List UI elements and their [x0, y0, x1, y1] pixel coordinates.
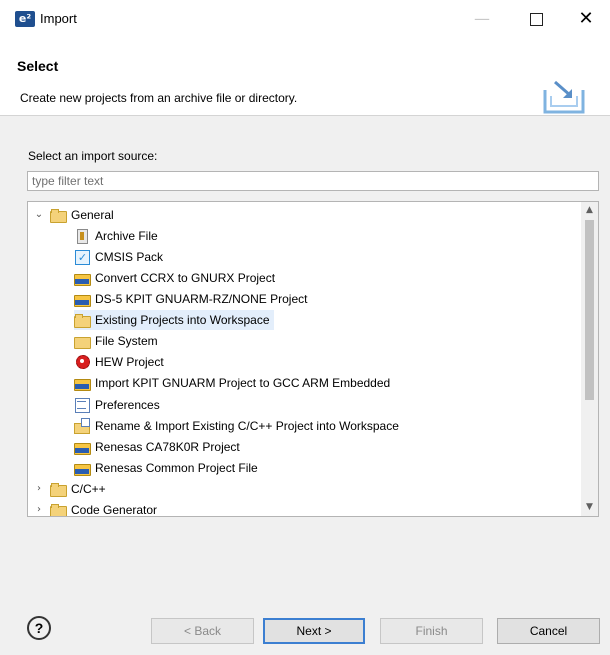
wizard-banner: Select Create new projects from an archi…	[0, 38, 610, 116]
chevron-right-icon[interactable]: ›	[32, 500, 46, 516]
scroll-up-icon[interactable]: ▲	[581, 202, 598, 219]
archive-icon	[74, 228, 90, 244]
tree-scrollbar[interactable]: ▲ ▼	[581, 202, 598, 516]
project-folder-icon	[74, 291, 91, 307]
checkbox-icon	[74, 249, 90, 265]
tree-item-archive-file[interactable]: Archive File	[74, 226, 158, 246]
wizard-content: Select an import source: ⌄ General Archi…	[0, 116, 610, 604]
tree-group-label: C/C++	[71, 482, 106, 496]
back-button[interactable]: < Back	[151, 618, 254, 644]
project-folder-icon	[74, 439, 91, 455]
help-icon[interactable]: ?	[27, 616, 51, 640]
title-bar: e² Import — ✕	[0, 0, 610, 38]
folder-open-icon	[74, 312, 91, 328]
rename-import-icon	[74, 418, 90, 434]
tree-item-cmsis-pack[interactable]: CMSIS Pack	[74, 247, 163, 267]
project-folder-icon	[74, 460, 91, 476]
app-icon: e²	[15, 11, 35, 27]
tree-group-cpp[interactable]: › C/C++	[32, 479, 106, 499]
next-button[interactable]: Next >	[263, 618, 365, 644]
tree-item-preferences[interactable]: Preferences	[74, 395, 160, 415]
tree-item-label: Existing Projects into Workspace	[95, 313, 270, 327]
tree-item-label: Import KPIT GNUARM Project to GCC ARM Em…	[95, 376, 391, 390]
minimize-button[interactable]: —	[462, 6, 502, 32]
import-wizard-icon	[543, 80, 585, 114]
tree-item-label: File System	[95, 334, 158, 348]
tree-item-label: Convert CCRX to GNURX Project	[95, 271, 276, 285]
import-source-label: Select an import source:	[28, 149, 158, 163]
tree-item-import-kpit[interactable]: Import KPIT GNUARM Project to GCC ARM Em…	[74, 373, 390, 393]
tree-item-label: Renesas CA78K0R Project	[95, 440, 240, 454]
maximize-button[interactable]	[516, 6, 556, 32]
chevron-right-icon[interactable]: ›	[32, 479, 46, 499]
filter-input[interactable]	[27, 171, 599, 191]
chevron-down-icon[interactable]: ⌄	[32, 205, 46, 225]
tree-item-label: HEW Project	[95, 355, 164, 369]
import-source-tree[interactable]: ⌄ General Archive File CMSIS Pack Conver…	[27, 201, 599, 517]
page-title: Select	[17, 58, 59, 74]
wizard-footer: ? < Back Next > Finish Cancel	[0, 604, 610, 655]
scroll-down-icon[interactable]: ▼	[581, 499, 598, 516]
window-title: Import	[40, 11, 77, 26]
tree-item-convert-ccrx[interactable]: Convert CCRX to GNURX Project	[74, 268, 275, 288]
project-folder-icon	[74, 375, 91, 391]
app-icon-text: e²	[18, 12, 32, 25]
tree-item-renesas-ca78k0r[interactable]: Renesas CA78K0R Project	[74, 437, 240, 457]
tree-item-existing-projects[interactable]: Existing Projects into Workspace	[74, 310, 274, 330]
hew-icon	[74, 354, 90, 370]
project-folder-icon	[74, 270, 91, 286]
folder-open-icon	[50, 207, 67, 223]
tree-group-code-generator[interactable]: › Code Generator	[32, 500, 158, 517]
folder-icon	[74, 333, 91, 349]
tree-item-rename-import[interactable]: Rename & Import Existing C/C++ Project i…	[74, 416, 399, 436]
finish-button[interactable]: Finish	[380, 618, 483, 644]
tree-item-renesas-common[interactable]: Renesas Common Project File	[74, 458, 258, 478]
maximize-icon	[529, 13, 543, 26]
close-button[interactable]: ✕	[566, 6, 606, 32]
tree-item-label: Preferences	[95, 398, 160, 412]
tree-item-label: Renesas Common Project File	[95, 461, 258, 475]
tree-group-label: General	[71, 208, 114, 222]
tree-item-label: CMSIS Pack	[95, 250, 164, 264]
tree-item-label: Archive File	[95, 229, 158, 243]
tree-item-label: DS-5 KPIT GNUARM-RZ/NONE Project	[95, 292, 308, 306]
scrollbar-thumb[interactable]	[585, 220, 594, 400]
tree-group-general[interactable]: ⌄ General	[32, 205, 114, 225]
tree-item-hew-project[interactable]: HEW Project	[74, 352, 164, 372]
tree-item-ds5-kpit[interactable]: DS-5 KPIT GNUARM-RZ/NONE Project	[74, 289, 307, 309]
tree-group-label: Code Generator	[71, 503, 158, 517]
tree-item-file-system[interactable]: File System	[74, 331, 158, 351]
folder-open-icon	[50, 502, 67, 516]
tree-item-label: Rename & Import Existing C/C++ Project i…	[95, 419, 399, 433]
preferences-icon	[74, 397, 90, 413]
folder-open-icon	[50, 481, 67, 497]
page-description: Create new projects from an archive file…	[20, 91, 298, 105]
cancel-button[interactable]: Cancel	[497, 618, 600, 644]
